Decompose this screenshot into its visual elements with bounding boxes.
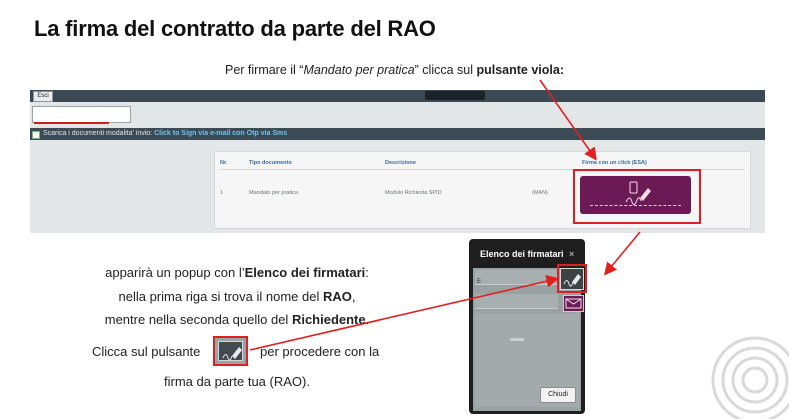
envelope-shape [565, 298, 582, 309]
popup-close-icon[interactable]: × [569, 249, 574, 259]
user-field[interactable] [32, 106, 131, 123]
instruction-prefix: Per firmare il “ [224, 63, 304, 77]
popup-sign-highlight [557, 264, 587, 293]
app-top-bar [30, 90, 765, 102]
line2-prefix: nella prima riga si trova il nome del [118, 289, 323, 304]
line2-bold: RAO [322, 289, 352, 304]
cell-descrizione: Modulo Richiesta SPID [385, 190, 442, 196]
instruction-italic: Mandato per pratica [303, 63, 415, 77]
line1-prefix: apparirà un popup con l’ [105, 265, 245, 280]
header-nr: Nr. [220, 160, 228, 166]
signer-row-richiedente [475, 294, 558, 309]
top-bar-center-block [425, 91, 485, 100]
popup-placeholder-mark [510, 338, 524, 341]
click-to-sign-link[interactable]: Click to Sign via e-mail con Otp via Sms [154, 130, 287, 137]
line3-prefix: mentre nella seconda quello del [104, 312, 292, 327]
instruction-text: Per firmare il “Mandato per pratica” cli… [0, 63, 789, 77]
page-title: La firma del contratto da parte del RAO [34, 16, 436, 41]
exit-button[interactable]: Esci [33, 91, 53, 102]
header-firma: Firma con un click (ESA) [582, 160, 647, 166]
explanation-line-2: nella prima riga si trova il nome del RA… [32, 289, 442, 304]
options-bar-label: Scarica i documenti modalita' invio: [43, 130, 155, 137]
red-underline [34, 122, 109, 124]
line1-bold: Elenco dei firmatari [244, 265, 366, 280]
instruction-bold: pulsante viola: [476, 63, 565, 77]
line4-prefix: Clicca sul pulsante [92, 344, 201, 359]
popup-title: Elenco dei firmatari [480, 249, 564, 259]
app-screenshot: Esci Scarica i documenti modalita' invio… [30, 90, 765, 233]
signer-row-rao: E [475, 270, 558, 285]
line2-suffix: , [351, 289, 356, 304]
popup-close-button[interactable]: Chiudi [540, 387, 576, 403]
explanation-line-3: mentre nella seconda quello del Richiede… [32, 312, 442, 327]
mail-icon[interactable] [563, 295, 584, 312]
cell-extra: (MAN) [532, 190, 548, 196]
header-tipo-documento: Tipo documento [249, 160, 292, 166]
options-bar-text: Scarica i documenti modalita' invio: Cli… [43, 128, 287, 140]
cell-nr: 1 [220, 190, 224, 196]
inline-sign-button-highlight [213, 336, 248, 366]
arrow-to-popup [603, 231, 641, 276]
sign-button-highlight [573, 169, 701, 224]
line4-suffix: per procedere con la [260, 344, 380, 359]
pen-sign-icon [222, 347, 242, 361]
inline-sign-button [218, 341, 243, 361]
cell-tipo: Mandato per pratica [249, 190, 298, 196]
line3-bold: Richiedente [291, 312, 366, 327]
line1-suffix: : [365, 265, 369, 280]
signer-row-initial: E [477, 279, 482, 285]
instruction-middle: ” clicca sul [414, 63, 477, 77]
header-descrizione: Descrizione [385, 160, 416, 166]
explanation-line-1: apparirà un popup con l’Elenco dei firma… [32, 265, 442, 280]
explanation-line-5: firma da parte tua (RAO). [164, 374, 310, 389]
line3-suffix: . [365, 312, 370, 327]
concentric-logo-icon [711, 336, 789, 419]
download-checkbox[interactable] [32, 131, 40, 139]
